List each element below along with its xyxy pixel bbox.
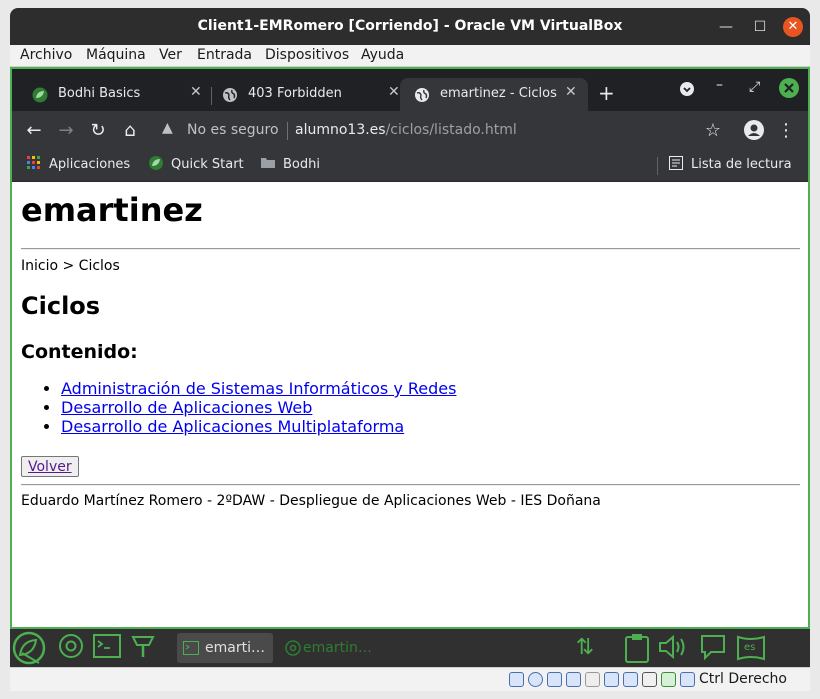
breadcrumb: Inicio > Ciclos	[21, 258, 120, 274]
tab-strip: Bodhi Basics ✕ 403 Forbidden ✕ emartinez…	[12, 69, 808, 111]
link-dam[interactable]: Desarrollo de Aplicaciones Multiplatafor…	[61, 417, 404, 436]
virtualization-icon[interactable]	[661, 672, 676, 687]
video-capture-icon[interactable]	[642, 672, 657, 687]
mouse-integration-icon[interactable]	[680, 672, 695, 687]
chat-bubble-icon[interactable]	[698, 633, 728, 663]
more-menu-icon[interactable]: ⋮	[775, 120, 797, 142]
tab-bodhi-basics[interactable]: Bodhi Basics ✕	[18, 78, 208, 111]
host-key-label: Ctrl Derecho	[699, 671, 787, 687]
usb-icon[interactable]	[585, 672, 600, 687]
bookmarks-bar: Aplicaciones Quick Start Bodhi Lista de …	[12, 149, 808, 182]
security-status[interactable]: No es seguro	[187, 122, 279, 138]
shared-folders-icon[interactable]	[604, 672, 619, 687]
browser-toolbar: ← → ↻ ⌂ ▲ No es seguro alumno13.es/ciclo…	[12, 111, 808, 149]
reading-list-button[interactable]: Lista de lectura	[669, 156, 792, 172]
bookmark-aplicaciones[interactable]: Aplicaciones	[27, 156, 130, 172]
clipboard-icon[interactable]	[622, 633, 652, 663]
guest-taskbar: emarti… emartin… ⇅ es	[10, 629, 810, 667]
page-heading: Ciclos	[21, 292, 101, 320]
section-heading: Contenido:	[21, 341, 138, 363]
close-tab-icon[interactable]: ✕	[565, 84, 577, 100]
taskbar-task-inactive[interactable]: emartin…	[279, 633, 375, 663]
home-icon[interactable]: ⌂	[119, 120, 141, 142]
close-window-button[interactable]: ✕	[783, 17, 803, 37]
display-icon[interactable]	[623, 672, 638, 687]
warning-icon[interactable]: ▲	[162, 120, 173, 136]
list-item: Desarrollo de Aplicaciones Multiplatafor…	[61, 417, 456, 436]
reading-list-icon	[669, 156, 683, 170]
vbox-menubar: Archivo Máquina Ver Entrada Dispositivos…	[10, 45, 810, 67]
horizontal-rule	[21, 484, 800, 486]
folder-icon	[261, 158, 275, 168]
browser-close-button[interactable]	[779, 78, 799, 102]
omnibox-divider	[287, 122, 288, 140]
new-tab-button[interactable]: +	[598, 81, 615, 105]
site-title: emartinez	[21, 191, 203, 229]
vbox-statusbar: Ctrl Derecho	[10, 667, 810, 691]
profile-avatar-icon[interactable]	[743, 120, 765, 142]
vbox-titlebar: Client1-EMRomero [Corriendo] - Oracle VM…	[10, 8, 810, 45]
bookmark-bodhi[interactable]: Bodhi	[261, 156, 320, 172]
tab-emartinez-ciclos[interactable]: emartinez - Ciclos ✕	[400, 78, 588, 111]
minimize-button[interactable]: —	[716, 17, 736, 37]
menu-ayuda[interactable]: Ayuda	[361, 47, 404, 63]
close-tab-icon[interactable]: ✕	[190, 84, 202, 100]
list-item: Administración de Sistemas Informáticos …	[61, 379, 456, 398]
close-tab-icon[interactable]: ✕	[388, 84, 400, 100]
globe-icon	[415, 88, 429, 102]
terminal-icon	[183, 641, 199, 655]
optical-drive-icon[interactable]	[528, 672, 543, 687]
web-page: emartinez Inicio > Ciclos Ciclos Conteni…	[12, 182, 808, 627]
link-asir[interactable]: Administración de Sistemas Informáticos …	[61, 379, 456, 398]
maximize-button[interactable]: ☐	[750, 17, 770, 37]
bookmark-star-icon[interactable]: ☆	[702, 120, 724, 142]
link-daw[interactable]: Desarrollo de Aplicaciones Web	[61, 398, 312, 417]
tab-search-icon[interactable]	[679, 81, 695, 101]
browser-minimize-button[interactable]: –	[716, 77, 723, 93]
keyboard-layout-indicator[interactable]: es	[736, 633, 766, 663]
reload-icon[interactable]: ↻	[87, 120, 109, 142]
menu-archivo[interactable]: Archivo	[20, 47, 72, 63]
window-title: Client1-EMRomero [Corriendo] - Oracle VM…	[197, 18, 623, 34]
back-arrow-icon[interactable]: ←	[23, 120, 45, 142]
menu-dispositivos[interactable]: Dispositivos	[265, 47, 349, 63]
bookmark-quick-start[interactable]: Quick Start	[149, 156, 244, 172]
browser-restore-button[interactable]: ⤢	[749, 79, 760, 95]
bodhi-menu-icon[interactable]	[12, 631, 46, 665]
network-icon[interactable]: ⇅	[570, 633, 600, 663]
bodhi-leaf-icon	[32, 87, 48, 103]
horizontal-rule	[21, 248, 800, 250]
chrome-icon	[285, 640, 301, 656]
network-adapter-icon[interactable]	[566, 672, 581, 687]
list-item: Desarrollo de Aplicaciones Web	[61, 398, 456, 417]
forward-arrow-icon[interactable]: →	[55, 120, 77, 142]
menu-ver[interactable]: Ver	[159, 47, 182, 63]
bodhi-leaf-icon	[149, 156, 163, 170]
globe-icon	[223, 88, 237, 102]
page-footer: Eduardo Martínez Romero - 2ºDAW - Despli…	[21, 493, 601, 509]
address-bar[interactable]: alumno13.es/ciclos/listado.html	[295, 122, 517, 138]
vm-display: Bodhi Basics ✕ 403 Forbidden ✕ emartinez…	[10, 67, 810, 629]
apps-grid-icon	[27, 156, 40, 169]
back-button[interactable]: Volver	[21, 456, 79, 477]
hard-disk-icon[interactable]	[509, 672, 524, 687]
bookmark-divider	[657, 157, 658, 175]
package-manager-icon[interactable]	[128, 633, 158, 663]
menu-entrada[interactable]: Entrada	[197, 47, 252, 63]
volume-icon[interactable]	[658, 633, 688, 663]
terminal-launcher-icon[interactable]	[92, 633, 122, 663]
audio-icon[interactable]	[547, 672, 562, 687]
taskbar-task-chrome[interactable]: emarti…	[177, 633, 273, 663]
chrome-launcher-icon[interactable]	[56, 633, 86, 663]
menu-maquina[interactable]: Máquina	[86, 47, 146, 63]
ciclos-list: Administración de Sistemas Informáticos …	[61, 379, 456, 436]
tab-403-forbidden[interactable]: 403 Forbidden ✕	[208, 78, 408, 111]
